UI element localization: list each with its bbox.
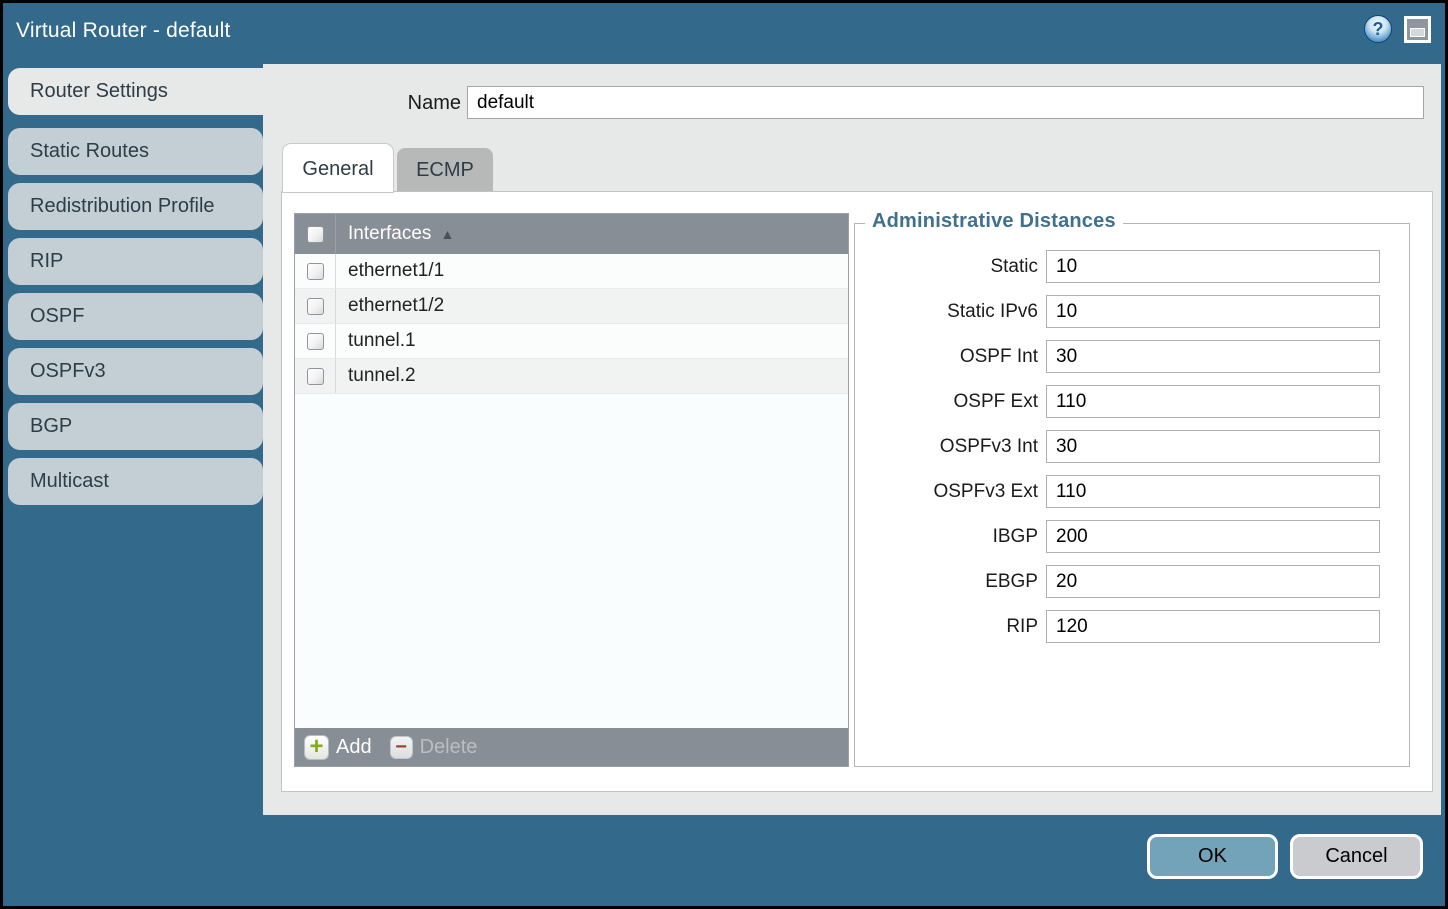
interface-name: ethernet1/2 — [348, 295, 444, 317]
sidebar-item-bgp[interactable]: BGP — [8, 403, 263, 450]
field-row-static: Static — [855, 250, 1380, 283]
ibgp-input[interactable] — [1046, 520, 1380, 553]
add-icon: + — [304, 735, 329, 760]
delete-button-label: Delete — [420, 736, 478, 759]
static-label: Static — [855, 256, 1038, 278]
delete-icon: − — [390, 736, 413, 759]
title-bar: Virtual Router - default ? — [3, 3, 1445, 63]
row-checkbox[interactable] — [307, 263, 324, 280]
content-area: Name General ECMP Interfaces ▲ ethernet1… — [263, 64, 1441, 815]
window-restore-icon-inner — [1407, 19, 1428, 40]
add-button[interactable]: + Add — [304, 735, 372, 760]
row-checkbox[interactable] — [307, 333, 324, 350]
select-all-cell — [295, 214, 336, 254]
dialog-title: Virtual Router - default — [16, 19, 231, 43]
sidebar-item-multicast[interactable]: Multicast — [8, 458, 263, 505]
field-row-ospf-int: OSPF Int — [855, 340, 1380, 373]
row-checkbox-cell — [295, 324, 336, 358]
interfaces-table: Interfaces ▲ ethernet1/1 ethernet1/2 tun… — [294, 213, 849, 767]
interface-name: ethernet1/1 — [348, 260, 444, 282]
virtual-router-dialog: Virtual Router - default ? Router Settin… — [3, 3, 1445, 906]
help-icon[interactable]: ? — [1364, 15, 1392, 43]
table-row[interactable]: ethernet1/2 — [295, 289, 848, 324]
sidebar-item-redistribution-profile[interactable]: Redistribution Profile — [8, 183, 263, 230]
administrative-distances-body: Static Static IPv6 OSPF Int OSPF Ext — [855, 224, 1409, 766]
ospf-int-input[interactable] — [1046, 340, 1380, 373]
rip-input[interactable] — [1046, 610, 1380, 643]
field-row-ospf-ext: OSPF Ext — [855, 385, 1380, 418]
table-row[interactable]: tunnel.1 — [295, 324, 848, 359]
interfaces-table-footer: + Add − Delete — [295, 728, 848, 766]
sort-ascending-icon[interactable]: ▲ — [440, 226, 454, 242]
ospfv3-int-input[interactable] — [1046, 430, 1380, 463]
table-row[interactable]: ethernet1/1 — [295, 254, 848, 289]
interface-name: tunnel.2 — [348, 365, 416, 387]
ebgp-label: EBGP — [855, 571, 1038, 593]
field-row-rip: RIP — [855, 610, 1380, 643]
static-input[interactable] — [1046, 250, 1380, 283]
interface-name: tunnel.1 — [348, 330, 416, 352]
general-tab-panel: Interfaces ▲ ethernet1/1 ethernet1/2 tun… — [281, 191, 1433, 792]
delete-button[interactable]: − Delete — [390, 736, 478, 759]
tab-ecmp[interactable]: ECMP — [397, 148, 493, 192]
ok-button[interactable]: OK — [1147, 834, 1278, 879]
field-row-ebgp: EBGP — [855, 565, 1380, 598]
name-field-label: Name — [383, 92, 461, 115]
administrative-distances-fieldset: Administrative Distances Static Static I… — [854, 223, 1410, 767]
table-empty-area — [295, 394, 848, 728]
name-input[interactable] — [467, 86, 1424, 119]
field-row-static-ipv6: Static IPv6 — [855, 295, 1380, 328]
ibgp-label: IBGP — [855, 526, 1038, 548]
row-checkbox-cell — [295, 289, 336, 323]
ospf-ext-input[interactable] — [1046, 385, 1380, 418]
ospf-ext-label: OSPF Ext — [855, 391, 1038, 413]
sidebar-item-static-routes[interactable]: Static Routes — [8, 128, 263, 175]
field-row-ibgp: IBGP — [855, 520, 1380, 553]
ebgp-input[interactable] — [1046, 565, 1380, 598]
static-ipv6-input[interactable] — [1046, 295, 1380, 328]
sidebar-item-rip[interactable]: RIP — [8, 238, 263, 285]
row-checkbox-cell — [295, 359, 336, 393]
ospfv3-ext-label: OSPFv3 Ext — [855, 481, 1038, 503]
field-row-ospfv3-int: OSPFv3 Int — [855, 430, 1380, 463]
sidebar-item-ospfv3[interactable]: OSPFv3 — [8, 348, 263, 395]
row-checkbox[interactable] — [307, 298, 324, 315]
sidebar-item-ospf[interactable]: OSPF — [8, 293, 263, 340]
ospf-int-label: OSPF Int — [855, 346, 1038, 368]
interfaces-table-header: Interfaces ▲ — [295, 214, 848, 254]
cancel-button[interactable]: Cancel — [1290, 834, 1423, 879]
sidebar-item-router-settings[interactable]: Router Settings — [8, 68, 265, 115]
add-button-label: Add — [336, 736, 372, 759]
field-row-ospfv3-ext: OSPFv3 Ext — [855, 475, 1380, 508]
table-row[interactable]: tunnel.2 — [295, 359, 848, 394]
tab-general[interactable]: General — [283, 144, 393, 192]
rip-label: RIP — [855, 616, 1038, 638]
ospfv3-ext-input[interactable] — [1046, 475, 1380, 508]
interfaces-column-header[interactable]: Interfaces — [348, 223, 431, 245]
row-checkbox[interactable] — [307, 368, 324, 385]
window-restore-icon-rect — [1410, 28, 1425, 37]
select-all-checkbox[interactable] — [307, 226, 324, 243]
ospfv3-int-label: OSPFv3 Int — [855, 436, 1038, 458]
row-checkbox-cell — [295, 254, 336, 288]
window-restore-icon[interactable] — [1404, 16, 1431, 43]
static-ipv6-label: Static IPv6 — [855, 301, 1038, 323]
